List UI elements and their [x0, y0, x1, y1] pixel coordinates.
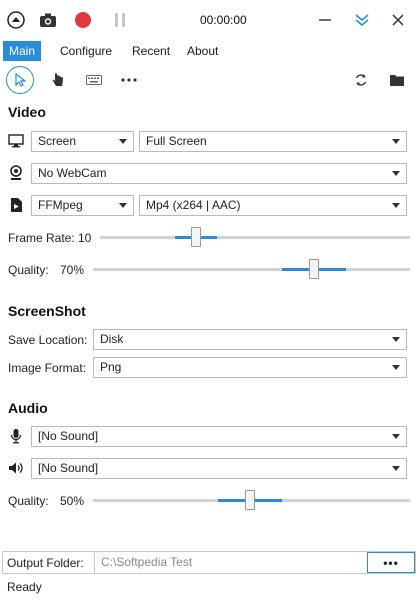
video-quality-slider-thumb[interactable]	[309, 259, 319, 279]
chevron-down-icon	[392, 203, 400, 208]
speaker-select[interactable]: [No Sound]	[31, 458, 407, 479]
menu-icon[interactable]	[6, 10, 26, 30]
image-format-value: Png	[100, 360, 122, 374]
image-format-select[interactable]: Png	[93, 357, 407, 378]
video-quality-label: Quality:	[8, 263, 49, 277]
webcam-value: No WebCam	[38, 166, 107, 180]
save-location-select[interactable]: Disk	[93, 329, 407, 350]
frame-rate-slider-thumb[interactable]	[191, 227, 201, 247]
tab-about[interactable]: About	[181, 41, 224, 61]
microphone-select[interactable]: [No Sound]	[31, 426, 407, 447]
video-heading: Video	[8, 104, 46, 120]
format-value: Mp4 (x264 | AAC)	[146, 198, 241, 212]
video-region-value: Full Screen	[146, 134, 207, 148]
screenshot-heading: ScreenShot	[8, 303, 86, 319]
format-select[interactable]: Mp4 (x264 | AAC)	[139, 195, 407, 216]
microphone-icon	[7, 427, 25, 445]
save-location-label: Save Location:	[8, 333, 88, 347]
more-icon[interactable]	[119, 70, 139, 90]
video-file-icon	[7, 196, 25, 214]
browse-folder-button[interactable]: •••	[367, 552, 415, 573]
speaker-value: [No Sound]	[38, 461, 99, 475]
frame-rate-label: Frame Rate:	[8, 231, 75, 245]
chevron-down-icon	[392, 434, 400, 439]
video-region-select[interactable]: Full Screen	[139, 131, 407, 152]
encoder-value: FFMpeg	[38, 198, 83, 212]
microphone-value: [No Sound]	[38, 429, 99, 443]
audio-quality-slider-thumb[interactable]	[245, 490, 255, 510]
output-folder-label: Output Folder:	[7, 556, 84, 570]
tab-recent[interactable]: Recent	[126, 41, 176, 61]
status-text: Ready	[7, 580, 42, 594]
chevron-down-icon	[392, 171, 400, 176]
webcam-icon	[7, 164, 25, 182]
camera-icon[interactable]	[38, 10, 58, 30]
hand-tool-icon[interactable]	[48, 70, 68, 90]
collapse-icon[interactable]	[352, 10, 372, 30]
chevron-down-icon	[119, 139, 127, 144]
audio-quality-label: Quality:	[8, 494, 49, 508]
webcam-select[interactable]: No WebCam	[31, 163, 407, 184]
refresh-icon[interactable]	[351, 70, 371, 90]
close-icon[interactable]	[388, 10, 408, 30]
chevron-down-icon	[392, 337, 400, 342]
speaker-icon	[7, 459, 25, 477]
frame-rate-value: 10	[78, 231, 92, 245]
video-source-value: Screen	[38, 134, 77, 148]
pause-icon[interactable]	[110, 10, 130, 30]
chevron-down-icon	[392, 466, 400, 471]
cursor-tool-button[interactable]	[6, 66, 34, 94]
frame-rate-slider[interactable]	[100, 236, 410, 239]
elapsed-timer: 00:00:00	[200, 13, 247, 27]
folder-icon[interactable]	[387, 70, 407, 90]
record-icon[interactable]	[73, 10, 93, 30]
video-quality-slider[interactable]	[93, 268, 410, 271]
save-location-value: Disk	[100, 332, 124, 346]
chevron-down-icon	[392, 139, 400, 144]
audio-quality-value: 50%	[60, 494, 85, 508]
image-format-label: Image Format:	[8, 361, 87, 375]
minimize-icon[interactable]	[315, 10, 335, 30]
chevron-down-icon	[119, 203, 127, 208]
tab-configure[interactable]: Configure	[54, 41, 118, 61]
output-folder-path[interactable]: C:\Softpedia Test	[94, 552, 366, 573]
monitor-icon	[7, 132, 25, 150]
encoder-select[interactable]: FFMpeg	[31, 195, 134, 216]
chevron-down-icon	[392, 365, 400, 370]
cursor-icon	[15, 73, 26, 87]
audio-heading: Audio	[8, 400, 48, 416]
tab-main[interactable]: Main	[3, 41, 42, 61]
keyboard-icon[interactable]	[84, 70, 104, 90]
video-quality-value: 70%	[60, 263, 85, 277]
video-source-select[interactable]: Screen	[31, 131, 134, 152]
